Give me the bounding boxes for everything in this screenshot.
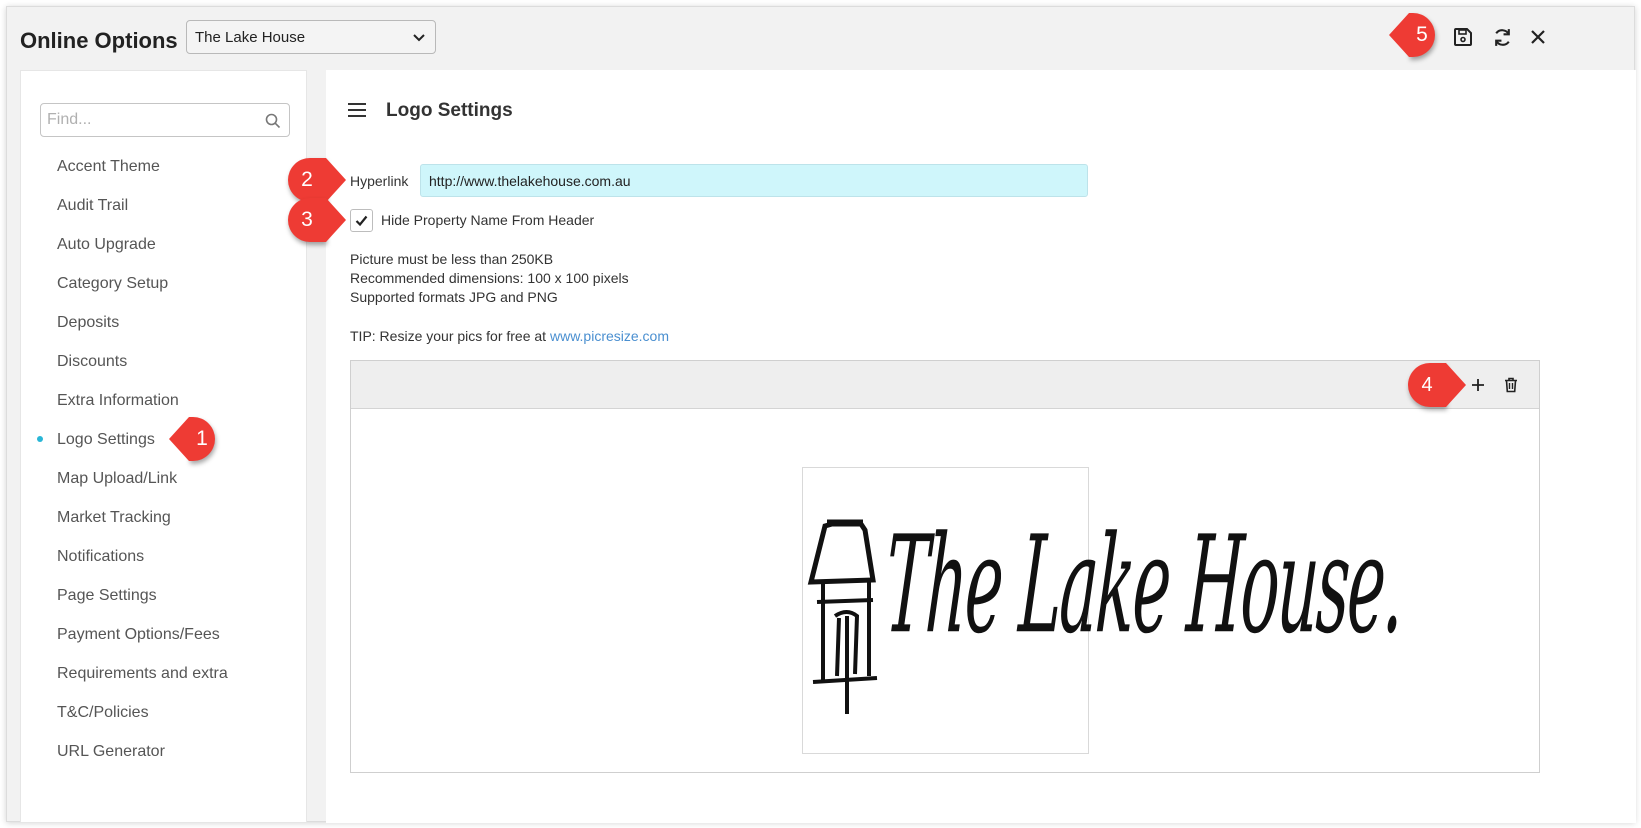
sidebar-item-logo-settings[interactable]: Logo Settings — [21, 420, 306, 459]
close-button[interactable] — [1525, 24, 1551, 50]
online-options-window: Online Options The Lake House 5 Find... … — [6, 6, 1636, 823]
image-toolbar: 4 — [351, 361, 1539, 409]
property-select[interactable]: The Lake House — [186, 20, 436, 54]
resize-tip: TIP: Resize your pics for free at www.pi… — [350, 328, 669, 344]
plus-icon — [1472, 379, 1484, 391]
info-size-limit: Picture must be less than 250KB — [350, 251, 554, 267]
close-icon — [1531, 30, 1545, 44]
sidebar-item-requirements[interactable]: Requirements and extra — [21, 654, 306, 693]
search-input[interactable] — [41, 104, 289, 136]
window-header: Online Options The Lake House 5 — [7, 7, 1634, 71]
menu-icon[interactable] — [348, 103, 366, 119]
sidebar-item-discounts[interactable]: Discounts — [21, 342, 306, 381]
save-button[interactable] — [1450, 24, 1476, 50]
sidebar: Accent Theme Audit Trail Auto Upgrade Ca… — [20, 70, 307, 823]
picresize-link[interactable]: www.picresize.com — [550, 328, 669, 344]
sidebar-item-tc-policies[interactable]: T&C/Policies — [21, 693, 306, 732]
sidebar-item-category-setup[interactable]: Category Setup — [21, 264, 306, 303]
trash-icon — [1505, 377, 1517, 393]
sidebar-item-notifications[interactable]: Notifications — [21, 537, 306, 576]
logo-image-panel: 4 The Lake House. — [350, 360, 1540, 773]
refresh-icon — [1494, 28, 1510, 46]
sidebar-item-extra-information[interactable]: Extra Information — [21, 381, 306, 420]
delete-image-button[interactable] — [1499, 373, 1523, 397]
checkmark-icon — [355, 215, 368, 226]
settings-nav: Accent Theme Audit Trail Auto Upgrade Ca… — [21, 147, 306, 771]
hyperlink-label: Hyperlink — [350, 173, 409, 189]
chevron-down-icon — [413, 34, 425, 42]
hide-property-name-label: Hide Property Name From Header — [381, 212, 595, 228]
logo-text: The Lake House. — [881, 509, 1406, 665]
sidebar-item-market-tracking[interactable]: Market Tracking — [21, 498, 306, 537]
sidebar-item-accent-theme[interactable]: Accent Theme — [21, 147, 306, 186]
sidebar-item-map-upload[interactable]: Map Upload/Link — [21, 459, 306, 498]
hyperlink-input[interactable] — [420, 164, 1088, 197]
search-icon — [265, 113, 281, 129]
search-box — [40, 103, 290, 137]
app-title: Online Options — [20, 28, 178, 53]
hide-property-name-checkbox[interactable] — [350, 209, 373, 232]
save-icon — [1454, 28, 1472, 46]
callout-3: 3 — [288, 198, 346, 242]
callout-4: 4 — [1408, 363, 1466, 407]
sidebar-item-audit-trail[interactable]: Audit Trail — [21, 186, 306, 225]
info-dimensions: Recommended dimensions: 100 x 100 pixels — [350, 270, 629, 286]
sidebar-item-page-settings[interactable]: Page Settings — [21, 576, 306, 615]
sidebar-item-deposits[interactable]: Deposits — [21, 303, 306, 342]
page-title: Logo Settings — [386, 100, 513, 121]
sidebar-item-payment-options[interactable]: Payment Options/Fees — [21, 615, 306, 654]
sidebar-item-auto-upgrade[interactable]: Auto Upgrade — [21, 225, 306, 264]
callout-2: 2 — [288, 158, 346, 202]
callout-5: 5 — [1389, 13, 1435, 57]
info-formats: Supported formats JPG and PNG — [350, 289, 558, 305]
add-image-button[interactable] — [1466, 373, 1490, 397]
refresh-button[interactable] — [1489, 24, 1515, 50]
logo-settings-panel: Logo Settings Hyperlink Hide Property Na… — [288, 70, 1636, 823]
logo-preview: The Lake House. — [802, 467, 1406, 754]
tip-text: TIP: Resize your pics for free at — [350, 328, 547, 344]
sidebar-item-url-generator[interactable]: URL Generator — [21, 732, 306, 771]
property-select-value: The Lake House — [195, 28, 306, 46]
